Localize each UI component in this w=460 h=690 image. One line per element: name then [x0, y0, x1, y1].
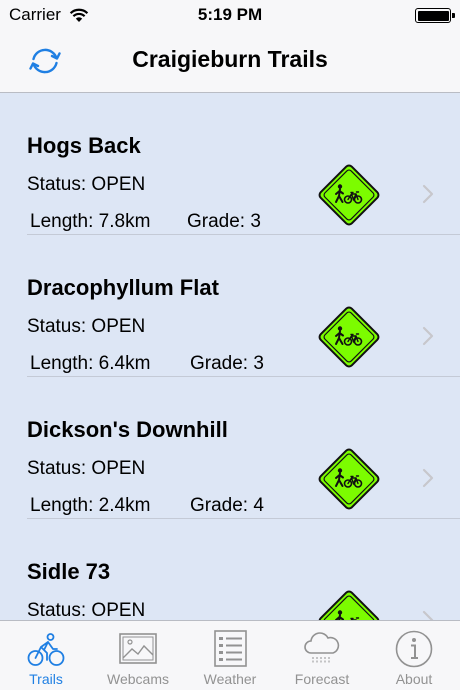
tab-webcams[interactable]: Webcams [92, 621, 184, 690]
status-left: Carrier [9, 5, 89, 25]
battery-icon [415, 8, 455, 23]
trail-grade: Grade: 3 [187, 211, 261, 232]
trail-status: Status: OPEN [27, 174, 146, 195]
trail-length: Length: 7.8km [30, 211, 151, 232]
trail-status: Status: OPEN [27, 458, 146, 479]
chevron-right-icon [422, 610, 434, 620]
trail-length: Length: 2.4km [30, 495, 151, 516]
walk-bike-sign-icon [318, 164, 380, 226]
trail-name: Hogs Back [27, 133, 141, 158]
trail-list[interactable]: Hogs Back Status: OPEN Length: 7.8km Gra… [0, 93, 460, 620]
trail-name: Dracophyllum Flat [27, 275, 219, 300]
info-icon [395, 630, 433, 668]
trail-row[interactable]: Hogs Back Status: OPEN Length: 7.8km Gra… [0, 93, 460, 235]
walk-bike-sign-icon [318, 590, 380, 620]
trail-name: Sidle 73 [27, 559, 111, 584]
tab-label: Webcams [107, 671, 169, 687]
trail-status: Status: OPEN [27, 316, 146, 337]
status-bar: Carrier 5:19 PM [0, 0, 460, 30]
tab-trails[interactable]: Trails [0, 621, 92, 690]
photo-icon [119, 633, 157, 664]
trail-name: Dickson's Downhill [27, 417, 228, 442]
tab-bar: Trails Webcams Weather Forecast About [0, 620, 460, 690]
navigation-bar: Craigieburn Trails [0, 30, 460, 93]
tab-label: Forecast [294, 671, 350, 687]
tab-about[interactable]: About [368, 621, 460, 690]
trail-row[interactable]: Dracophyllum Flat Status: OPEN Length: 6… [0, 235, 460, 377]
tab-forecast[interactable]: Forecast [276, 621, 368, 690]
wifi-icon [69, 8, 89, 22]
carrier-label: Carrier [9, 5, 61, 24]
cloud-rain-icon [304, 632, 340, 663]
trail-row[interactable]: Sidle 73 Status: OPEN [0, 519, 460, 620]
list-icon [214, 630, 247, 667]
walk-bike-sign-icon [318, 448, 380, 510]
tab-label: Trails [29, 671, 63, 687]
tab-label: Weather [203, 671, 257, 687]
tab-weather[interactable]: Weather [184, 621, 276, 690]
bicycle-icon [27, 633, 65, 666]
page-title: Craigieburn Trails [132, 46, 328, 72]
trail-length: Length: 6.4km [30, 353, 151, 374]
trail-status: Status: OPEN [27, 600, 146, 620]
chevron-right-icon [422, 184, 434, 204]
trail-grade: Grade: 4 [190, 495, 264, 516]
chevron-right-icon [422, 326, 434, 346]
chevron-right-icon [422, 468, 434, 488]
trail-row[interactable]: Dickson's Downhill Status: OPEN Length: … [0, 377, 460, 519]
tab-label: About [395, 671, 433, 687]
trail-grade: Grade: 3 [190, 353, 264, 374]
walk-bike-sign-icon [318, 306, 380, 368]
